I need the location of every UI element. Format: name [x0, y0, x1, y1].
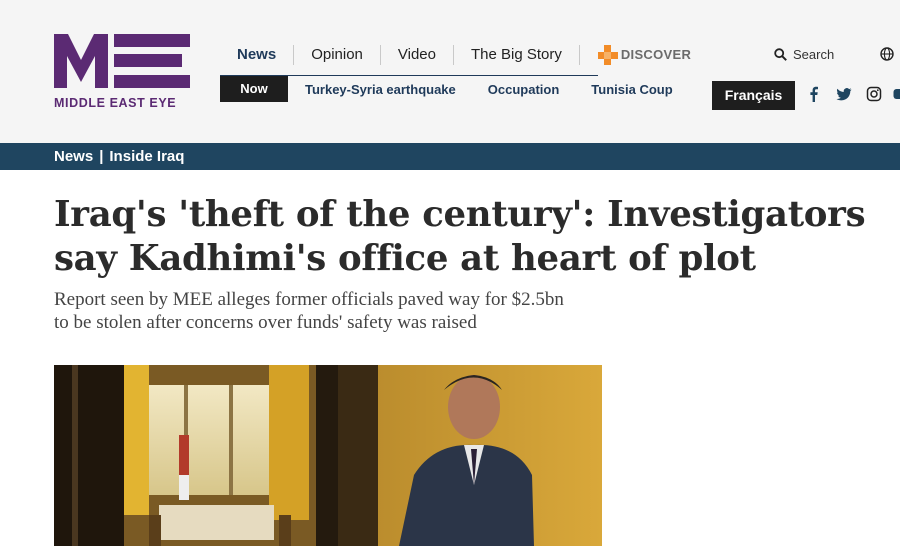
breadcrumb: News | Inside Iraq [54, 143, 184, 170]
article-hero-image [54, 365, 602, 546]
nav-item-opinion[interactable]: Opinion [294, 45, 381, 65]
breadcrumb-inside-iraq-link[interactable]: Inside Iraq [109, 148, 184, 165]
nav-item-video[interactable]: Video [381, 45, 454, 65]
globe-icon[interactable] [880, 47, 894, 61]
topic-link-turkey-syria-earthquake[interactable]: Turkey-Syria earthquake [305, 82, 456, 97]
mee-logo-mark [54, 34, 190, 88]
main-nav: News Opinion Video The Big Story DISCOVE… [220, 40, 708, 70]
site-logo-wordmark: MIDDLE EAST EYE [54, 96, 177, 110]
article-headline: Iraq's 'theft of the century': Investiga… [54, 194, 866, 279]
breadcrumb-separator: | [99, 148, 104, 165]
nav-item-the-big-story[interactable]: The Big Story [454, 45, 580, 65]
site-logo[interactable]: MIDDLE EAST EYE [54, 34, 190, 114]
discover-label: DISCOVER [620, 47, 692, 62]
search-button[interactable]: Search [774, 47, 834, 62]
topic-link-occupation[interactable]: Occupation [488, 82, 560, 97]
site-header: MIDDLE EAST EYE News Opinion Video The B… [0, 0, 900, 143]
search-label: Search [793, 47, 835, 62]
language-francais-button[interactable]: Français [712, 81, 795, 110]
breadcrumb-news-link[interactable]: News [54, 148, 93, 165]
now-button[interactable]: Now [220, 76, 288, 102]
topic-link-tunisia-coup[interactable]: Tunisia Coup [591, 82, 672, 97]
breadcrumb-bar: News | Inside Iraq [0, 143, 900, 170]
hero-photo-illustration [54, 365, 602, 546]
nav-item-news[interactable]: News [220, 45, 295, 65]
facebook-icon[interactable] [806, 86, 822, 102]
youtube-icon[interactable] [893, 86, 900, 102]
topic-subnav: Now Turkey-Syria earthquake Occupation T… [220, 76, 688, 102]
article-standfirst: Report seen by MEE alleges former offici… [54, 289, 564, 333]
search-icon [774, 48, 787, 61]
twitter-icon[interactable] [836, 86, 852, 102]
discover-icon [597, 45, 618, 65]
instagram-icon[interactable] [866, 86, 882, 102]
nav-item-discover[interactable]: DISCOVER [580, 45, 708, 65]
